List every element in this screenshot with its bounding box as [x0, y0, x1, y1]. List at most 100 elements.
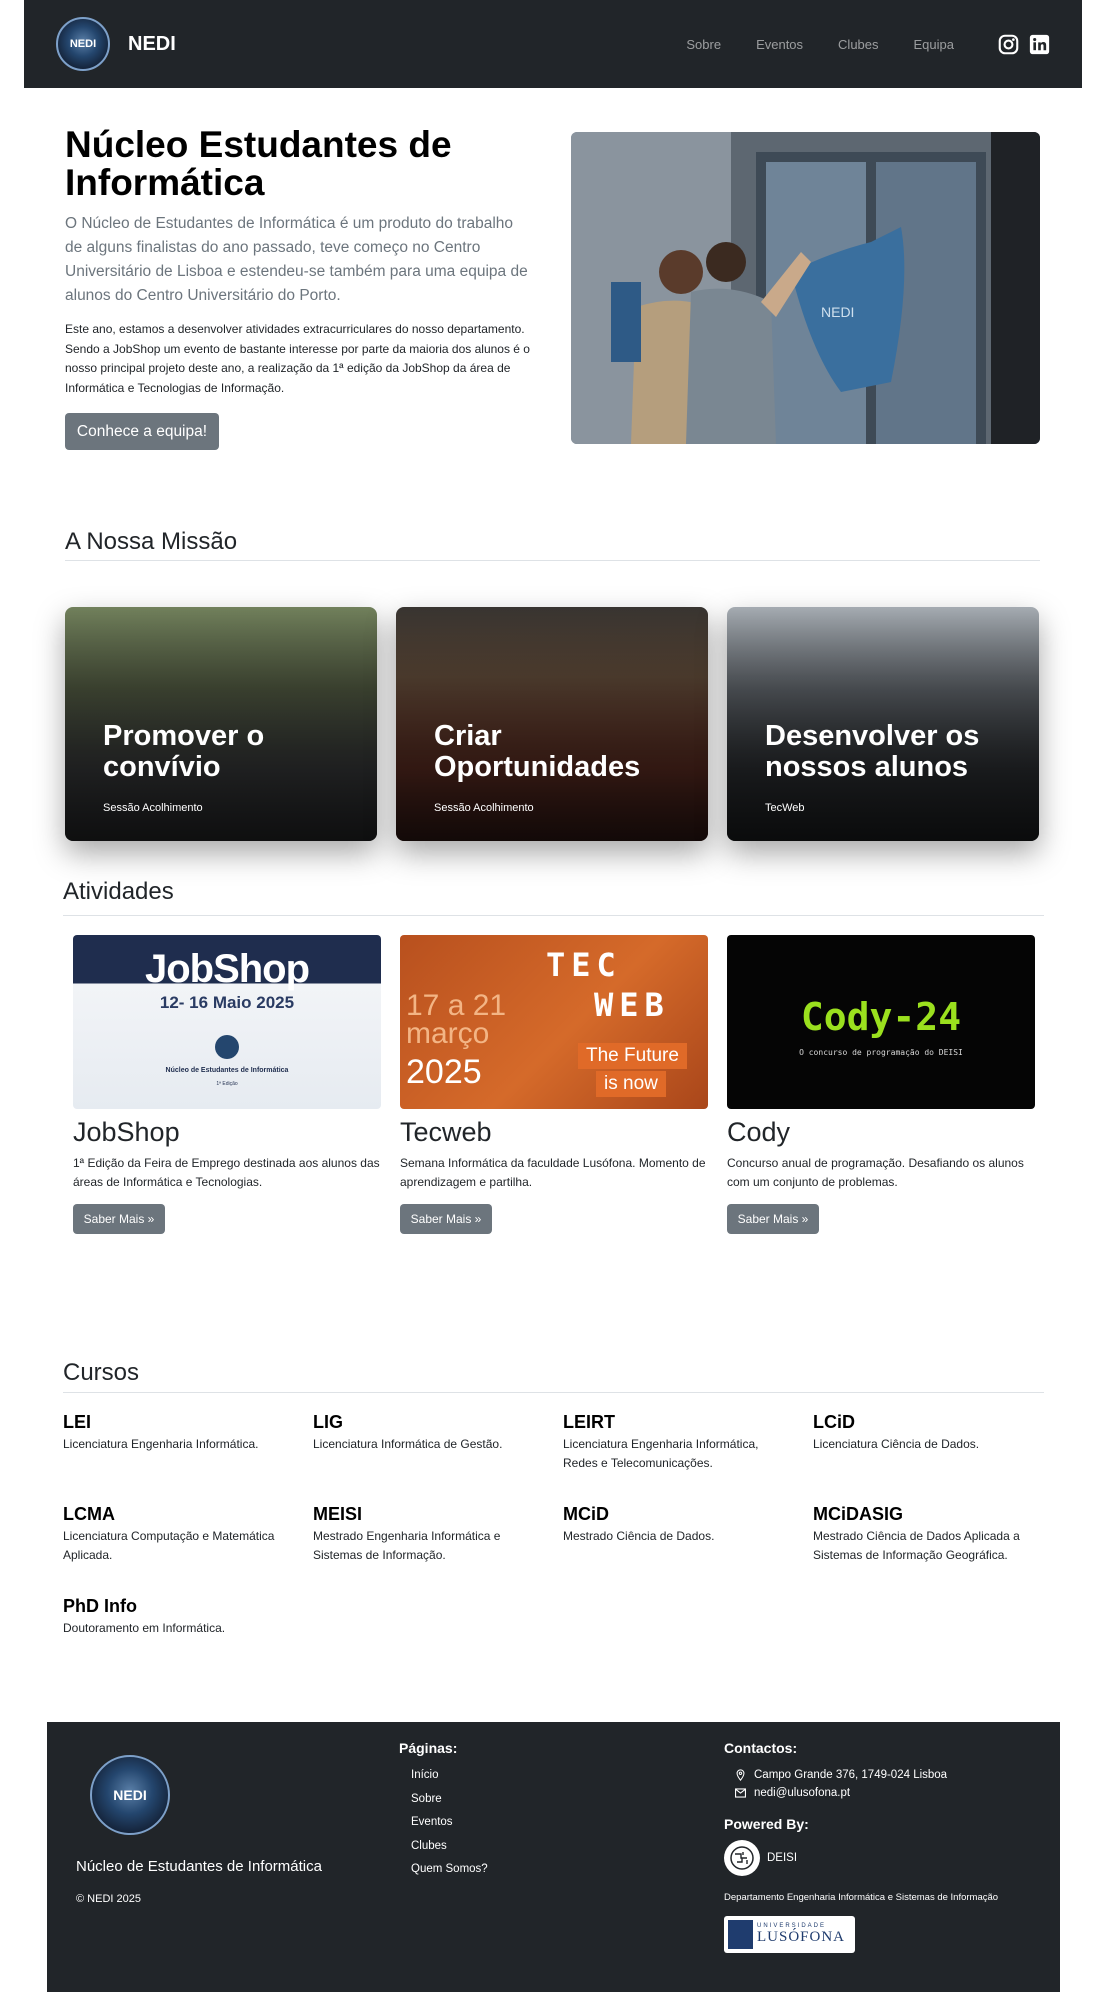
course-code: LCiD	[813, 1412, 855, 1432]
saber-mais-button[interactable]: Saber Mais »	[727, 1204, 819, 1234]
linkedin-icon[interactable]	[1029, 34, 1050, 55]
course-lcma: LCMA Licenciatura Computação e Matemática…	[63, 1504, 293, 1565]
flag-text: NEDI	[821, 304, 854, 320]
hero-lead: O Núcleo de Estudantes de Informática é …	[65, 215, 528, 304]
activity-title: Cody	[727, 1117, 791, 1147]
course-code: LIG	[313, 1412, 343, 1432]
mission-card-convivio[interactable]: Promover o convívio Sessão Acolhimento	[65, 607, 377, 841]
navbar: NEDI NEDI Sobre Eventos Clubes Equipa	[24, 0, 1082, 88]
mission-card-desenvolver[interactable]: Desenvolver os nossos alunos TecWeb	[727, 607, 1039, 841]
footer-link-clubes[interactable]: Clubes	[411, 1840, 488, 1864]
course-name: Licenciatura Informática de Gestão.	[313, 1437, 503, 1451]
footer-pages-heading: Páginas:	[399, 1740, 458, 1756]
course-code: LEIRT	[563, 1412, 615, 1432]
lusofona-name: LUSÓFONA	[757, 1929, 846, 1945]
activity-desc: 1ª Edição da Feira de Emprego destinada …	[73, 1156, 380, 1189]
course-name: Licenciatura Ciência de Dados.	[813, 1437, 980, 1451]
footer-link-quem-somos[interactable]: Quem Somos?	[411, 1863, 488, 1887]
nav-link-eventos[interactable]: Eventos	[756, 37, 803, 52]
footer-logo[interactable]: NEDI	[90, 1755, 170, 1835]
course-code: PhD Info	[63, 1596, 137, 1616]
mission-heading: A Nossa Missão	[65, 528, 238, 555]
jobshop-img-dates: 12- 16 Maio 2025	[159, 993, 295, 1012]
course-mcid: MCiD Mestrado Ciência de Dados.	[563, 1504, 793, 1546]
brand-name[interactable]: NEDI	[128, 33, 176, 56]
activity-title: Tecweb	[400, 1117, 492, 1147]
activity-desc: Semana Informática da faculdade Lusófona…	[400, 1156, 706, 1189]
tecweb-img-dates2: março	[406, 1017, 490, 1050]
activity-title: JobShop	[73, 1117, 180, 1147]
mission-card-oportunidades[interactable]: Criar Oportunidades Sessão Acolhimento	[396, 607, 708, 841]
course-name: Licenciatura Engenharia Informática, Red…	[563, 1437, 759, 1470]
footer-powered-heading: Powered By:	[724, 1816, 809, 1832]
course-name: Mestrado Engenharia Informática e Sistem…	[313, 1529, 501, 1562]
course-code: MCiDASIG	[813, 1504, 903, 1524]
course-lig: LIG Licenciatura Informática de Gestão.	[313, 1412, 543, 1454]
email-text: nedi@ulusofona.pt	[754, 1787, 851, 1799]
footer-link-eventos[interactable]: Eventos	[411, 1816, 488, 1840]
hero-paragraph: Este ano, estamos a desenvolver atividad…	[65, 322, 530, 395]
mission-card-caption: Sessão Acolhimento	[434, 802, 534, 814]
courses-heading: Cursos	[63, 1359, 140, 1386]
footer-contacts-heading: Contactos:	[724, 1740, 798, 1756]
cody-img-title: Cody-24	[800, 995, 962, 1039]
tecweb-logo-top: TEC	[546, 946, 622, 984]
footer-address: Campo Grande 376, 1749-024 Lisboa	[735, 1769, 947, 1781]
jobshop-img-edition: 1ª Edição	[216, 1081, 238, 1087]
mission-card-title: Criar Oportunidades	[434, 720, 641, 783]
footer: NEDI Núcleo de Estudantes de Informática…	[47, 1722, 1060, 1992]
cody-img-subtitle: O concurso de programação do DEISI	[799, 1048, 963, 1057]
mission-card-title: Promover o convívio	[103, 720, 265, 783]
jobshop-img-org: Núcleo de Estudantes de Informática	[165, 1067, 289, 1074]
lusofona-emblem	[728, 1920, 753, 1949]
social-links	[988, 34, 1050, 55]
footer-email[interactable]: nedi@ulusofona.pt	[735, 1787, 850, 1799]
deisi-logo[interactable]	[724, 1840, 760, 1876]
course-mcidasig: MCiDASIG Mestrado Ciência de Dados Aplica…	[813, 1504, 1043, 1565]
jobshop-img-logo	[215, 1035, 239, 1059]
instagram-icon[interactable]	[998, 34, 1019, 55]
address-text: Campo Grande 376, 1749-024 Lisboa	[754, 1769, 948, 1781]
nav-links: Sobre Eventos Clubes Equipa	[651, 34, 1050, 55]
tecweb-logo-bottom: WEB	[594, 986, 670, 1024]
logo-text: NEDI	[69, 38, 97, 50]
jobshop-img-title: JobShop	[144, 947, 310, 991]
saber-mais-button[interactable]: Saber Mais »	[400, 1204, 492, 1234]
mission-card-title: Desenvolver os nossos alunos	[765, 720, 980, 783]
hero-title: Núcleo Estudantes de Informática	[65, 124, 452, 203]
jobshop-image: JobShop 12- 16 Maio 2025 Núcleo de Estud…	[73, 935, 381, 1109]
tecweb-img-year: 2025	[406, 1053, 482, 1091]
meet-team-button[interactable]: Conhece a equipa!	[65, 413, 219, 450]
course-code: LEI	[63, 1412, 92, 1432]
footer-link-inicio[interactable]: Início	[411, 1769, 488, 1793]
activities-heading: Atividades	[63, 878, 174, 905]
course-name: Licenciatura Computação e Matemática Apl…	[63, 1529, 275, 1562]
course-name: Doutoramento em Informática.	[63, 1621, 226, 1635]
activities-divider	[63, 915, 1044, 916]
course-code: LCMA	[63, 1504, 115, 1524]
cody-image: Cody-24 O concurso de programação do DEI…	[727, 935, 1035, 1109]
lusofona-logo[interactable]: UNIVERSIDADE LUSÓFONA	[724, 1916, 855, 1953]
course-code: MEISI	[313, 1504, 363, 1524]
map-pin-icon	[736, 1769, 745, 1781]
footer-link-sobre[interactable]: Sobre	[411, 1793, 488, 1817]
course-leirt: LEIRT Licenciatura Engenharia Informática…	[563, 1412, 793, 1473]
activity-card-tecweb: 17 a 21 março 2025 TEC WEB The Future is…	[400, 935, 708, 1234]
activity-card-jobshop: JobShop 12- 16 Maio 2025 Núcleo de Estud…	[73, 935, 381, 1234]
footer-copyright: © NEDI 2025	[76, 1893, 141, 1905]
footer-logo-text: NEDI	[113, 1787, 147, 1803]
nav-link-sobre[interactable]: Sobre	[686, 37, 721, 52]
nav-link-equipa[interactable]: Equipa	[914, 37, 954, 52]
courses-divider	[63, 1392, 1044, 1393]
mission-divider	[65, 560, 1040, 561]
course-code: MCiD	[563, 1504, 609, 1524]
tecweb-img-tagline1: The Future	[578, 1043, 687, 1069]
nedi-logo[interactable]: NEDI	[56, 17, 110, 71]
saber-mais-button[interactable]: Saber Mais »	[73, 1204, 165, 1234]
course-name: Licenciatura Engenharia Informática.	[63, 1437, 259, 1451]
nav-link-clubes[interactable]: Clubes	[838, 37, 878, 52]
activity-card-cody: Cody-24 O concurso de programação do DEI…	[727, 935, 1035, 1234]
tecweb-image: 17 a 21 março 2025 TEC WEB The Future is…	[400, 935, 708, 1109]
course-phd: PhD Info Doutoramento em Informática.	[63, 1596, 293, 1638]
department-name: Departamento Engenharia Informática e Si…	[724, 1892, 999, 1903]
